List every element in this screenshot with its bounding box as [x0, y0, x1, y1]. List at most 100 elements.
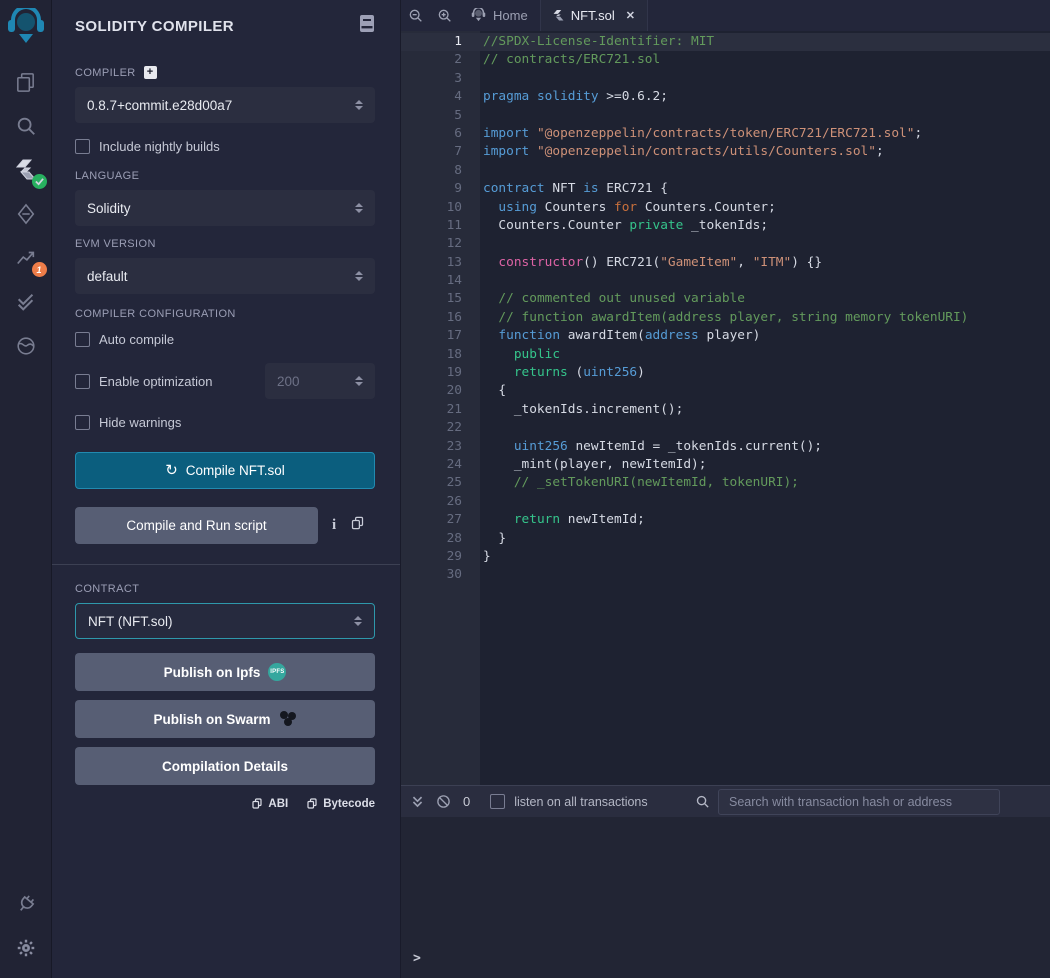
copy-bytecode-button[interactable]: Bytecode [306, 797, 375, 810]
publish-swarm-button[interactable]: Publish on Swarm [75, 700, 375, 738]
ipfs-icon: IPFS [268, 663, 286, 681]
documentation-book-icon[interactable] [359, 14, 375, 38]
code-line[interactable]: 30 [401, 566, 1050, 584]
refresh-icon: ↻ [165, 463, 178, 478]
compile-button[interactable]: ↻ Compile NFT.sol [75, 452, 375, 489]
tab-home[interactable]: Home [459, 0, 540, 31]
code-line[interactable]: 16 // function awardItem(address player,… [401, 309, 1050, 327]
compiler-version-select[interactable]: 0.8.7+commit.e28d00a7 [75, 87, 375, 123]
evm-section-label: EVM VERSION [75, 238, 375, 250]
settings-icon[interactable] [0, 926, 52, 970]
code-line[interactable]: 2// contracts/ERC721.sol [401, 51, 1050, 69]
copy-abi-button[interactable]: ABI [251, 797, 288, 810]
publish-ipfs-button[interactable]: Publish on Ipfs IPFS [75, 653, 375, 691]
chevron-updown-icon [355, 96, 363, 114]
code-line[interactable]: 28 } [401, 530, 1050, 548]
remix-ide: 1 [0, 0, 1050, 978]
code-line[interactable]: 27 return newItemId; [401, 511, 1050, 529]
optimization-runs-input[interactable]: 200 [265, 363, 375, 399]
code-line[interactable]: 1//SPDX-License-Identifier: MIT [401, 33, 1050, 51]
config-section-label: COMPILER CONFIGURATION [75, 308, 375, 320]
editor-tabbar: Home NFT.sol ✕ [401, 0, 1050, 31]
terminal-search-input[interactable] [718, 789, 1000, 815]
close-tab-icon[interactable]: ✕ [626, 9, 635, 22]
include-nightly-checkbox[interactable] [75, 139, 90, 154]
terminal-bar: 0 listen on all transactions [401, 786, 1050, 817]
terminal-panel: 0 listen on all transactions > [401, 785, 1050, 978]
terminal-search-icon [695, 794, 710, 809]
code-line[interactable]: 10 using Counters for Counters.Counter; [401, 199, 1050, 217]
file-explorer-icon[interactable] [0, 60, 52, 104]
remix-logo-icon[interactable] [7, 8, 45, 48]
language-select[interactable]: Solidity [75, 190, 375, 226]
transaction-count: 0 [463, 794, 470, 809]
terminal-prompt[interactable]: > [413, 951, 421, 966]
code-line[interactable]: 3 [401, 70, 1050, 88]
code-line[interactable]: 17 function awardItem(address player) [401, 327, 1050, 345]
search-icon[interactable] [0, 104, 52, 148]
compile-and-run-button[interactable]: Compile and Run script [75, 507, 318, 544]
clear-ban-icon[interactable] [436, 794, 451, 809]
contract-select[interactable]: NFT (NFT.sol) [75, 603, 375, 639]
code-line[interactable]: 22 [401, 419, 1050, 437]
auto-compile-checkbox[interactable] [75, 332, 90, 347]
deploy-run-icon[interactable] [0, 192, 52, 236]
code-line[interactable]: 15 // commented out unused variable [401, 290, 1050, 308]
listen-all-checkbox[interactable] [490, 794, 505, 809]
analytics-icon[interactable]: 1 [0, 236, 52, 280]
code-line[interactable]: 9contract NFT is ERC721 { [401, 180, 1050, 198]
collapse-chevrons-icon[interactable] [411, 795, 424, 809]
enable-optimization-checkbox[interactable] [75, 374, 90, 389]
code-line[interactable]: 8 [401, 162, 1050, 180]
enable-optimization-label: Enable optimization [99, 374, 212, 389]
unit-testing-icon[interactable] [0, 280, 52, 324]
code-line[interactable]: 7import "@openzeppelin/contracts/utils/C… [401, 143, 1050, 161]
tab-nft-sol[interactable]: NFT.sol ✕ [540, 0, 648, 31]
code-line[interactable]: 18 public [401, 346, 1050, 364]
remix-home-icon [471, 8, 486, 23]
chevron-updown-icon [355, 267, 363, 285]
compiler-section-label: COMPILER + [75, 66, 375, 79]
code-line[interactable]: 4pragma solidity >=0.6.2; [401, 88, 1050, 106]
code-line[interactable]: 25 // _setTokenURI(newItemId, tokenURI); [401, 474, 1050, 492]
compile-success-badge [32, 174, 47, 189]
code-line[interactable]: 14 [401, 272, 1050, 290]
add-compiler-icon[interactable]: + [144, 66, 157, 79]
swarm-icon [279, 711, 297, 727]
code-line[interactable]: 11 Counters.Counter private _tokenIds; [401, 217, 1050, 235]
chevron-updown-icon [354, 612, 362, 630]
include-nightly-label: Include nightly builds [99, 139, 220, 154]
code-line[interactable]: 19 returns (uint256) [401, 364, 1050, 382]
hide-warnings-label: Hide warnings [99, 415, 181, 430]
main-area: Home NFT.sol ✕ 1//SPDX-License-Identifie… [401, 0, 1050, 978]
code-line[interactable]: 24 _mint(player, newItemId); [401, 456, 1050, 474]
chevron-updown-icon [355, 199, 363, 217]
code-line[interactable]: 13 constructor() ERC721("GameItem", "ITM… [401, 254, 1050, 272]
listen-all-label: listen on all transactions [514, 795, 647, 809]
code-line[interactable]: 20 { [401, 382, 1050, 400]
code-line[interactable]: 29} [401, 548, 1050, 566]
code-line[interactable]: 26 [401, 493, 1050, 511]
icon-rail: 1 [0, 0, 52, 978]
code-line[interactable]: 23 uint256 newItemId = _tokenIds.current… [401, 438, 1050, 456]
evm-version-select[interactable]: default [75, 258, 375, 294]
zoom-in-icon[interactable] [430, 0, 459, 31]
section-divider [52, 564, 400, 565]
code-line[interactable]: 21 _tokenIds.increment(); [401, 401, 1050, 419]
debugger-icon[interactable] [0, 324, 52, 368]
zoom-out-icon[interactable] [401, 0, 430, 31]
code-line[interactable]: 6import "@openzeppelin/contracts/token/E… [401, 125, 1050, 143]
language-section-label: LANGUAGE [75, 170, 375, 182]
info-icon[interactable]: i [332, 517, 336, 534]
solidity-compiler-icon[interactable] [0, 148, 52, 192]
copy-icon[interactable] [350, 515, 365, 536]
plugin-manager-icon[interactable] [0, 882, 52, 926]
solidity-file-icon [553, 9, 564, 22]
code-editor[interactable]: 1//SPDX-License-Identifier: MIT2// contr… [401, 31, 1050, 785]
hide-warnings-checkbox[interactable] [75, 415, 90, 430]
auto-compile-label: Auto compile [99, 332, 174, 347]
compilation-details-button[interactable]: Compilation Details [75, 747, 375, 785]
contract-section-label: CONTRACT [75, 583, 375, 595]
code-line[interactable]: 5 [401, 107, 1050, 125]
code-line[interactable]: 12 [401, 235, 1050, 253]
